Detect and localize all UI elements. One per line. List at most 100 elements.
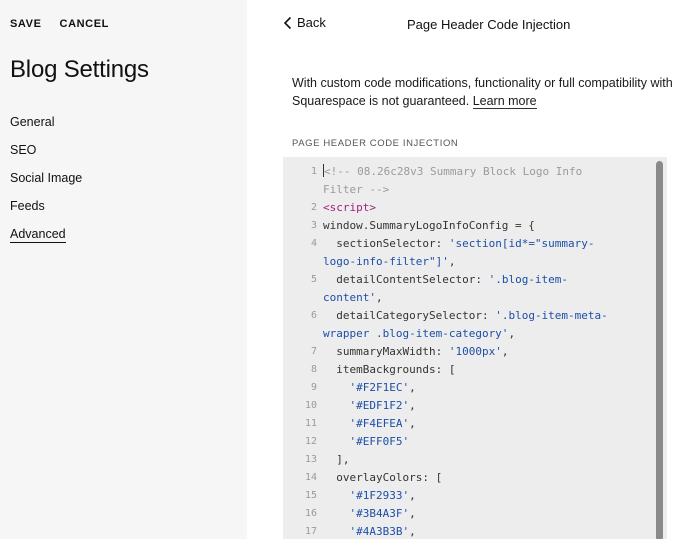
code-line: 9 '#F2F1EC', — [283, 379, 653, 397]
line-number: 6 — [310, 310, 317, 321]
nav-item-feeds[interactable]: Feeds — [10, 197, 82, 225]
panel-title: Page Header Code Injection — [407, 17, 571, 32]
code-editor[interactable]: 1 <!-- 08.26c28v3 Summary Block Logo Info… — [283, 157, 667, 539]
back-button[interactable]: Back — [283, 15, 326, 30]
code-line: 11 '#F4EFEA', — [283, 415, 653, 433]
settings-nav: General SEO Social Image Feeds Advanced — [10, 113, 82, 253]
code-line: 1 <!-- 08.26c28v3 Summary Block Logo Info… — [283, 163, 653, 199]
line-text: ], — [323, 451, 623, 469]
nav-item-label: SEO — [10, 143, 37, 157]
learn-more-link[interactable]: Learn more — [472, 94, 537, 109]
line-text: <script> — [323, 199, 623, 217]
line-text: '#F4EFEA', — [323, 415, 623, 433]
page-title: Blog Settings — [10, 56, 149, 83]
code-line: 2 <script> — [283, 199, 653, 217]
code-token: , — [508, 327, 516, 340]
code-token: '#4A3B3B' — [349, 525, 410, 538]
nav-item-label: General — [10, 115, 55, 129]
line-number: 9 — [310, 382, 317, 393]
code-token: , — [409, 525, 416, 538]
code-token: overlayColors: [ — [323, 471, 443, 484]
line-number: 15 — [304, 490, 317, 501]
code-token: , — [409, 507, 416, 520]
code-token: '#EDF1F2' — [349, 399, 410, 412]
code-line: 16 '#3B4A3F', — [283, 505, 653, 523]
line-text: '#EDF1F2', — [323, 397, 623, 415]
line-text: itemBackgrounds: [ — [323, 361, 623, 379]
code-token: , — [375, 291, 383, 304]
line-number: 4 — [310, 238, 317, 249]
code-token: detailCategorySelector: — [323, 309, 496, 322]
nav-item-advanced[interactable]: Advanced — [10, 225, 82, 253]
line-number: 2 — [310, 202, 317, 213]
scrollbar-track[interactable] — [653, 157, 667, 539]
line-text: '#3B4A3F', — [323, 505, 623, 523]
cancel-button[interactable]: CANCEL — [60, 18, 109, 30]
line-text: '#EFF0F5' — [323, 433, 623, 451]
line-number: 8 — [310, 364, 317, 375]
top-actions: SAVE CANCEL — [10, 18, 109, 30]
code-token: summaryMaxWidth: — [323, 345, 449, 358]
code-token: detailContentSelector: — [323, 273, 489, 286]
code-line: 12 '#EFF0F5' — [283, 433, 653, 451]
line-text: window.SummaryLogoInfoConfig = { — [323, 217, 623, 235]
code-token: , — [501, 345, 509, 358]
nav-item-label: Feeds — [10, 199, 45, 213]
line-number: 14 — [304, 472, 317, 483]
code-token: window.SummaryLogoInfoConfig = { — [323, 219, 535, 232]
scrollbar-thumb[interactable] — [656, 161, 663, 539]
app-window: SAVE CANCEL Blog Settings General SEO So… — [0, 0, 700, 539]
section-label: PAGE HEADER CODE INJECTION — [292, 138, 459, 149]
code-line: 6 detailCategorySelector: '.blog-item-me… — [283, 307, 653, 343]
nav-item-seo[interactable]: SEO — [10, 141, 82, 169]
line-text: <!-- 08.26c28v3 Summary Block Logo Info … — [323, 163, 623, 199]
code-token: , — [409, 381, 416, 394]
code-token: sectionSelector: — [323, 237, 449, 250]
line-text: detailContentSelector: '.blog-item-conte… — [323, 271, 623, 307]
compatibility-warning: With custom code modifications, function… — [292, 74, 692, 110]
code-token: <!-- 08.26c28v3 Summary Block Logo Info … — [323, 165, 589, 196]
code-line: 4 sectionSelector: 'section[id*="summary… — [283, 235, 653, 271]
code-token: , — [409, 489, 416, 502]
code-content[interactable]: 1 <!-- 08.26c28v3 Summary Block Logo Info… — [283, 163, 653, 539]
code-line: 17 '#4A3B3B', — [283, 523, 653, 539]
line-number: 12 — [304, 436, 317, 447]
settings-sidebar: SAVE CANCEL Blog Settings General SEO So… — [0, 0, 247, 539]
line-number: 3 — [310, 220, 317, 231]
code-line: 8 itemBackgrounds: [ — [283, 361, 653, 379]
code-token: '1000px' — [448, 345, 502, 358]
line-text: '#1F2933', — [323, 487, 623, 505]
code-token: '#1F2933' — [349, 489, 410, 502]
code-token: , — [409, 417, 416, 430]
code-line: 14 overlayColors: [ — [283, 469, 653, 487]
line-number: 13 — [304, 454, 317, 465]
line-number: 11 — [304, 418, 317, 429]
line-number: 10 — [304, 400, 317, 411]
line-text: sectionSelector: 'section[id*="summary-l… — [323, 235, 623, 271]
code-line: 13 ], — [283, 451, 653, 469]
nav-item-label: Advanced — [10, 227, 66, 243]
nav-item-general[interactable]: General — [10, 113, 82, 141]
code-token: <script> — [323, 201, 376, 214]
code-line: 15 '#1F2933', — [283, 487, 653, 505]
code-line: 10 '#EDF1F2', — [283, 397, 653, 415]
code-line: 5 detailContentSelector: '.blog-item-con… — [283, 271, 653, 307]
code-line: 7 summaryMaxWidth: '1000px', — [283, 343, 653, 361]
line-number: 7 — [310, 346, 317, 357]
line-number: 17 — [304, 526, 317, 537]
code-token: '#EFF0F5' — [349, 435, 410, 448]
line-number: 16 — [304, 508, 317, 519]
nav-item-label: Social Image — [10, 171, 83, 185]
code-line: 3 window.SummaryLogoInfoConfig = { — [283, 217, 653, 235]
nav-item-social-image[interactable]: Social Image — [10, 169, 82, 197]
code-token: itemBackgrounds: [ — [323, 363, 456, 376]
code-token: , — [409, 399, 416, 412]
line-number: 5 — [310, 274, 317, 285]
save-button[interactable]: SAVE — [10, 18, 42, 30]
